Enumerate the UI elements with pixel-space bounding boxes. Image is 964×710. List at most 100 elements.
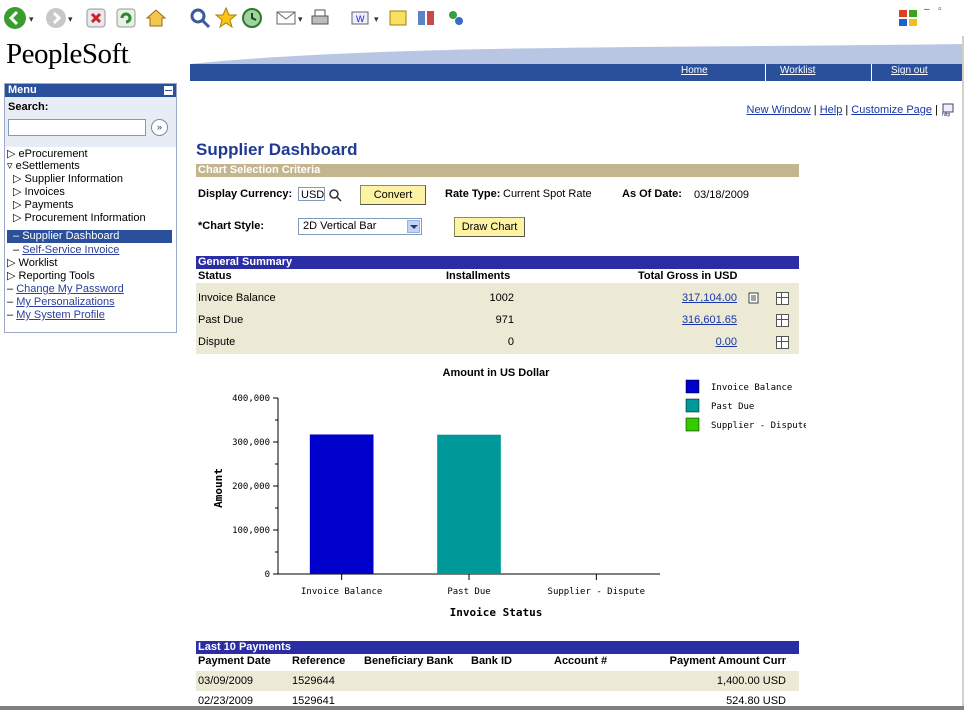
menu-item-my-system-profile[interactable]: – My System Profile (7, 309, 105, 321)
stop-icon[interactable] (84, 6, 108, 30)
windows-logo-icon (899, 10, 917, 26)
report-icon[interactable] (748, 292, 760, 304)
menu-item-worklist[interactable]: ▷ Worklist (7, 257, 57, 269)
messenger-icon[interactable] (444, 6, 468, 30)
edit-icon[interactable]: W (348, 6, 372, 30)
grid-icon[interactable] (776, 292, 789, 305)
summary-header-row: Status Installments Total Gross in USD (196, 269, 799, 283)
x-axis-label: Invoice Status (450, 606, 543, 619)
sign-out-link[interactable]: Sign out (891, 65, 928, 76)
menu-item-my-personalizations[interactable]: – My Personalizations (7, 296, 115, 308)
mail-icon[interactable] (274, 6, 298, 30)
help-link[interactable]: Help (820, 104, 843, 116)
window-minimize-icon[interactable]: – (924, 4, 930, 15)
refresh-icon[interactable] (114, 6, 138, 30)
menu-item-supplier-dashboard[interactable]: – Supplier Dashboard (7, 230, 172, 243)
display-currency-label: Display Currency: (198, 188, 293, 200)
window-restore-icon[interactable]: ▫ (938, 4, 942, 15)
x-ticks: Invoice Balance Past Due Supplier - Disput… (301, 574, 645, 597)
header-curve (190, 44, 964, 64)
menu-item-change-password[interactable]: – Change My Password (7, 283, 124, 295)
payments-header: Last 10 Payments (196, 641, 799, 654)
menu-item-procurement-information[interactable]: ▷ Procurement Information (13, 212, 146, 224)
forward-icon[interactable] (44, 6, 68, 30)
grid-icon[interactable] (776, 314, 789, 327)
past-due-total-link[interactable]: 316,601.65 (656, 310, 737, 330)
col-reference: Reference (292, 655, 346, 667)
col-account: Account # (554, 655, 608, 667)
legend-swatch (685, 398, 700, 413)
summary-row: Past Due 971 316,601.65 (196, 310, 799, 330)
search-label: Search: (8, 101, 49, 113)
invoice-balance-total-link[interactable]: 317,104.00 (656, 288, 737, 308)
search-go-icon[interactable]: » (151, 119, 168, 136)
col-bank-id: Bank ID (471, 655, 512, 667)
menu-item-reporting-tools[interactable]: ▷ Reporting Tools (7, 270, 95, 282)
currency-input[interactable]: USD (298, 187, 325, 201)
edit-dropdown-icon[interactable]: ▾ (374, 14, 379, 25)
forward-dropdown-icon[interactable]: ▾ (68, 14, 73, 25)
payments-header-row: Payment Date Reference Beneficiary Bank … (196, 654, 799, 669)
convert-button[interactable]: Convert (360, 185, 426, 205)
summary-row: Dispute 0 0.00 (196, 332, 799, 352)
legend-label: Past Due (711, 402, 754, 412)
chart-style-select[interactable]: 2D Vertical Bar (298, 218, 422, 235)
back-icon[interactable] (3, 6, 27, 30)
legend-label: Supplier - Dispute (711, 421, 806, 431)
page-toolbar-links: New Window | Help | Customize Page | htt… (747, 103, 955, 118)
new-window-link[interactable]: New Window (747, 104, 811, 116)
dispute-total-link[interactable]: 0.00 (656, 332, 737, 352)
payment-row: 03/09/2009 1529644 1,400.00 USD (196, 671, 799, 691)
history-icon[interactable] (240, 6, 264, 30)
menu-item-supplier-information[interactable]: ▷ Supplier Information (13, 173, 123, 185)
http-icon[interactable]: http (941, 103, 955, 118)
logo-text: PeopleSoft (6, 38, 129, 70)
print-icon[interactable] (308, 6, 332, 30)
menu-search-area: Search: » (5, 97, 176, 147)
customize-page-link[interactable]: Customize Page (851, 104, 932, 116)
menu-item-self-service-invoice[interactable]: – Self-Service Invoice (13, 244, 119, 256)
window-frame-bottom (0, 706, 964, 710)
browser-toolbar: ▾ ▾ ▾ W ▾ – ▫ (0, 0, 964, 36)
menu-item-eprocurement[interactable]: ▷ eProcurement (7, 148, 88, 160)
draw-chart-button[interactable]: Draw Chart (454, 217, 525, 237)
menu-title: Menu (8, 84, 37, 96)
y-tick-label: 400,000 (232, 394, 270, 404)
bars (309, 434, 501, 574)
col-status: Status (198, 270, 232, 282)
general-summary-table: Status Installments Total Gross in USD I… (196, 269, 799, 354)
menu-title-bar: Menu (5, 84, 176, 97)
menu-collapse-icon[interactable] (164, 86, 173, 95)
x-tick-label: Past Due (447, 587, 490, 597)
menu-item-payments[interactable]: ▷ Payments (13, 199, 73, 211)
note-icon[interactable] (386, 6, 410, 30)
home-icon[interactable] (144, 6, 168, 30)
svg-text:W: W (356, 14, 365, 24)
grid-icon[interactable] (776, 336, 789, 349)
chart-style-value: 2D Vertical Bar (303, 220, 377, 232)
mail-dropdown-icon[interactable]: ▾ (298, 14, 303, 25)
general-summary-header: General Summary (196, 256, 799, 269)
y-tick-label: 100,000 (232, 526, 270, 536)
worklist-link[interactable]: Worklist (780, 65, 815, 76)
amount-chart: Amount in US Dollar Amount Invoice Statu… (212, 367, 806, 619)
home-link[interactable]: Home (681, 65, 708, 76)
favorites-icon[interactable] (214, 6, 238, 30)
peoplesoft-logo: PeopleSoft. (6, 38, 131, 70)
header-nav-bar: Home Worklist Sign out (190, 64, 964, 81)
research-icon[interactable] (414, 6, 438, 30)
y-tick-label: 200,000 (232, 482, 270, 492)
bar (309, 434, 374, 574)
menu-item-invoices[interactable]: ▷ Invoices (13, 186, 65, 198)
rate-type-label: Rate Type: (445, 188, 501, 200)
y-tick-label: 300,000 (232, 438, 270, 448)
search-icon[interactable] (188, 6, 212, 30)
back-dropdown-icon[interactable]: ▾ (29, 14, 34, 25)
x-tick-label: Supplier - Dispute (548, 587, 646, 597)
lookup-icon[interactable] (328, 188, 342, 202)
svg-text:http: http (942, 112, 951, 117)
menu-item-esettlements[interactable]: ▿ eSettlements (7, 160, 80, 172)
chevron-down-icon[interactable] (407, 220, 420, 233)
bar (437, 434, 501, 574)
menu-search-input[interactable] (8, 119, 146, 136)
